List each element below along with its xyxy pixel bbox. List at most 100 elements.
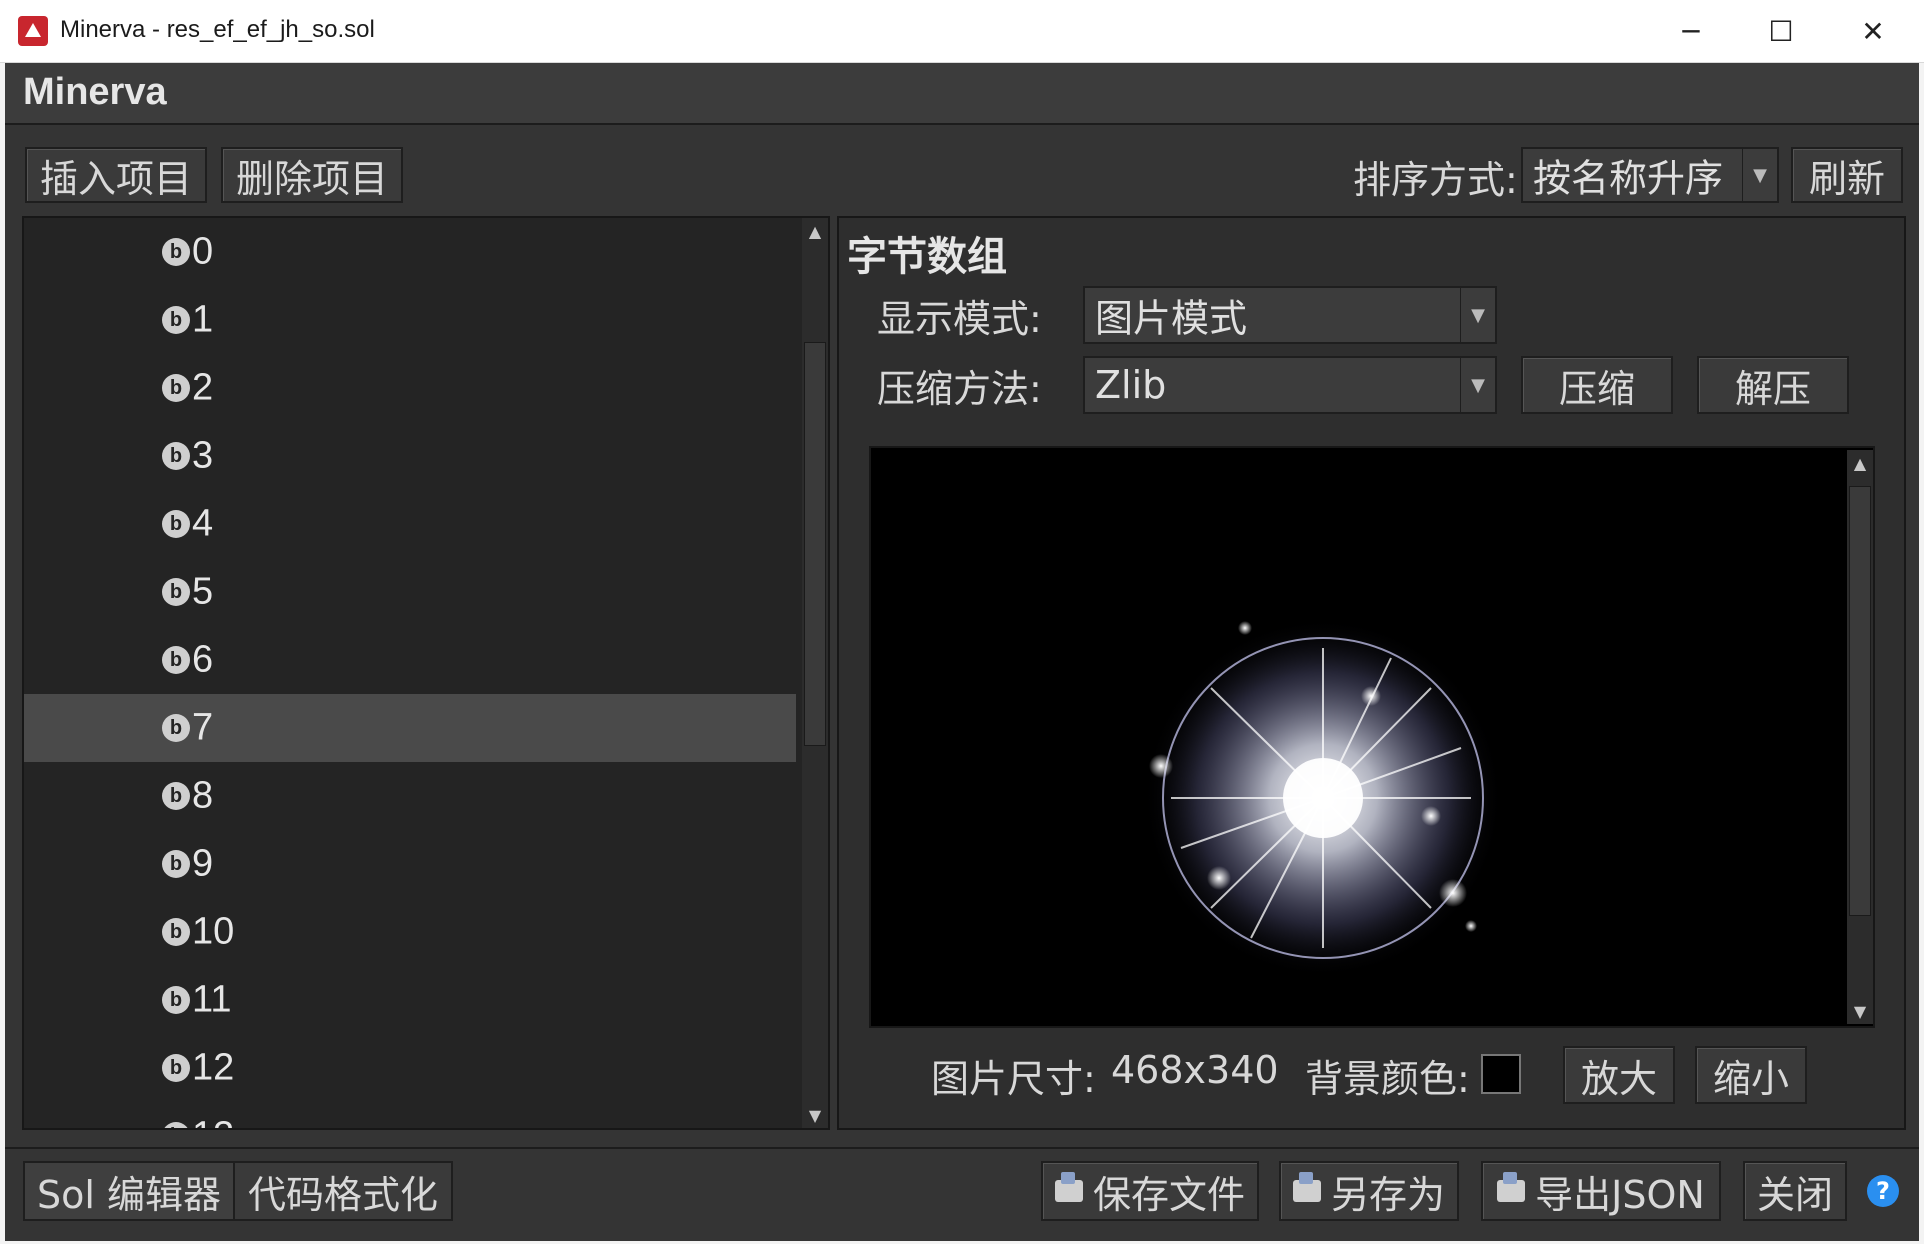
list-item-label: 11 xyxy=(192,978,232,1021)
list-item[interactable]: b9 xyxy=(24,830,796,898)
section-title: 字节数组 xyxy=(847,234,1007,280)
scroll-up-icon[interactable]: ▲ xyxy=(1847,450,1873,476)
list-item[interactable]: b 12 xyxy=(24,1034,796,1102)
list-item-label: 2 xyxy=(192,366,214,409)
bytearray-icon: b xyxy=(162,782,190,810)
scroll-down-icon[interactable]: ▼ xyxy=(1847,998,1873,1024)
minimize-button[interactable]: ─ xyxy=(1646,0,1736,62)
tab-sol-editor[interactable]: Sol 编辑器 xyxy=(23,1161,235,1221)
display-mode-label: 显示模式: xyxy=(877,297,1042,341)
list-item[interactable]: b3 xyxy=(24,422,796,490)
list-item[interactable]: b2 xyxy=(24,354,796,422)
list-item[interactable]: b13 xyxy=(24,1102,796,1129)
compress-method-label: 压缩方法: xyxy=(877,367,1042,411)
sort-label: 排序方式: xyxy=(1353,158,1518,202)
list-item-label: 1 xyxy=(192,298,214,341)
save-as-label: 另存为 xyxy=(1330,1172,1445,1217)
display-mode-select[interactable]: 图片模式 ▼ xyxy=(1083,286,1497,344)
zoom-in-button[interactable]: 放大 xyxy=(1563,1046,1675,1104)
app-logo-icon xyxy=(18,16,48,46)
bytearray-icon: b xyxy=(162,918,190,946)
bottom-bar: Sol 编辑器 代码格式化 保存文件 另存为 导出JSON 关闭 ? xyxy=(5,1147,1919,1241)
image-preview[interactable]: ▲ ▼ xyxy=(869,446,1875,1028)
bytearray-icon: b xyxy=(162,1122,190,1128)
display-mode-value: 图片模式 xyxy=(1095,296,1248,341)
app-title: Minerva xyxy=(23,71,167,113)
bytearray-icon: b xyxy=(162,578,190,606)
delete-item-button[interactable]: 删除项目 xyxy=(221,147,403,203)
list-item[interactable]: b4 xyxy=(24,490,796,558)
list-item-label: 12 xyxy=(192,1046,235,1089)
bytearray-icon: b xyxy=(162,442,190,470)
bg-color-label: 背景颜色: xyxy=(1305,1057,1470,1101)
tab-code-format[interactable]: 代码格式化 xyxy=(233,1161,453,1221)
export-json-label: 导出JSON xyxy=(1535,1172,1705,1217)
bytearray-icon: b xyxy=(162,306,190,334)
image-size-value: 468x340 xyxy=(1111,1048,1279,1092)
image-scrollbar[interactable]: ▲ ▼ xyxy=(1847,450,1873,1024)
detail-panel: 字节数组 显示模式: 图片模式 ▼ 压缩方法: Zlib ▼ 压缩 解压 ▲ ▼… xyxy=(837,216,1906,1130)
app-body: Minerva 插入项目 删除项目 排序方式: 按名称升序 ▼ 刷新 b0b1b… xyxy=(5,63,1919,1241)
list-item[interactable]: b6 xyxy=(24,626,796,694)
list-item[interactable]: b 11 xyxy=(24,966,796,1034)
list-item-label: 13 xyxy=(192,1115,234,1129)
bytearray-icon: b xyxy=(162,850,190,878)
chevron-down-icon: ▼ xyxy=(1460,358,1495,412)
sort-select[interactable]: 按名称升序 ▼ xyxy=(1521,147,1779,203)
sparkle-image xyxy=(1143,618,1503,978)
list-scrollbar[interactable]: ▲ ▼ xyxy=(802,218,828,1128)
list-item[interactable]: b5 xyxy=(24,558,796,626)
list-item-label: 4 xyxy=(192,502,214,545)
export-icon xyxy=(1497,1172,1526,1202)
help-icon[interactable]: ? xyxy=(1867,1175,1899,1207)
chevron-down-icon: ▼ xyxy=(1742,149,1777,201)
refresh-button[interactable]: 刷新 xyxy=(1791,147,1903,203)
save-as-icon xyxy=(1292,1172,1321,1202)
bytearray-icon: b xyxy=(162,986,190,1014)
list-item[interactable]: b8 xyxy=(24,762,796,830)
bytearray-icon: b xyxy=(162,646,190,674)
image-size-label: 图片尺寸: xyxy=(931,1057,1096,1101)
list-item-label: 7 xyxy=(192,706,214,749)
scroll-up-icon[interactable]: ▲ xyxy=(802,218,828,244)
list-item[interactable]: b1 xyxy=(24,286,796,354)
list-item[interactable]: b 10 xyxy=(24,898,796,966)
list-item-label: 9 xyxy=(192,842,214,885)
list-item-label: 8 xyxy=(192,774,214,817)
zoom-out-button[interactable]: 缩小 xyxy=(1695,1046,1807,1104)
window-title: Minerva - res_ef_ef_jh_so.sol xyxy=(60,16,375,43)
compress-method-select[interactable]: Zlib ▼ xyxy=(1083,356,1497,414)
close-window-button[interactable]: ✕ xyxy=(1828,0,1918,62)
save-icon xyxy=(1054,1172,1083,1202)
scroll-down-icon[interactable]: ▼ xyxy=(802,1102,828,1128)
list-item-label: 5 xyxy=(192,570,214,613)
sort-select-value: 按名称升序 xyxy=(1533,156,1724,201)
compress-method-value: Zlib xyxy=(1095,363,1167,407)
bytearray-icon: b xyxy=(162,374,190,402)
export-json-button[interactable]: 导出JSON xyxy=(1481,1161,1721,1221)
bytearray-icon: b xyxy=(162,714,190,742)
close-button[interactable]: 关闭 xyxy=(1743,1161,1847,1221)
bg-color-swatch[interactable] xyxy=(1481,1054,1521,1094)
insert-item-button[interactable]: 插入项目 xyxy=(25,147,207,203)
bytearray-icon: b xyxy=(162,1054,190,1082)
compress-button[interactable]: 压缩 xyxy=(1521,356,1673,414)
save-as-button[interactable]: 另存为 xyxy=(1279,1161,1459,1221)
list-item[interactable]: b7 xyxy=(24,694,796,762)
list-item-label: 6 xyxy=(192,638,214,681)
bytearray-icon: b xyxy=(162,238,190,266)
title-bar: Minerva - res_ef_ef_jh_so.sol ─ ☐ ✕ xyxy=(0,0,1924,63)
chevron-down-icon: ▼ xyxy=(1460,288,1495,342)
app-header: Minerva xyxy=(5,63,1919,125)
decompress-button[interactable]: 解压 xyxy=(1697,356,1849,414)
maximize-button[interactable]: ☐ xyxy=(1736,0,1826,62)
list-item[interactable]: b0 xyxy=(24,218,796,286)
list-item-label: 10 xyxy=(192,910,235,953)
item-list[interactable]: b0b1b2b3b4b5b6b7b8b9b10b11b12b13 ▲ ▼ xyxy=(22,216,830,1130)
save-file-button[interactable]: 保存文件 xyxy=(1041,1161,1259,1221)
list-item-label: 0 xyxy=(192,230,214,273)
list-item-label: 3 xyxy=(192,434,214,477)
image-scrollbar-thumb[interactable] xyxy=(1849,486,1871,916)
bytearray-icon: b xyxy=(162,510,190,538)
list-scrollbar-thumb[interactable] xyxy=(804,342,826,746)
